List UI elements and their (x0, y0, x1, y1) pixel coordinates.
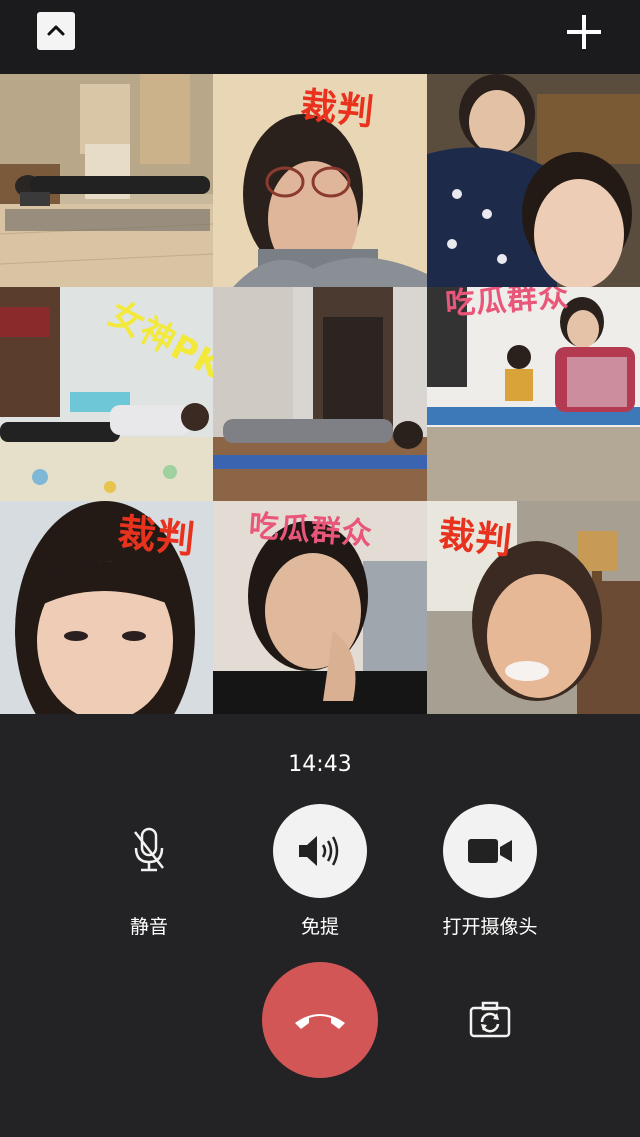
speaker-control[interactable]: 免提 (273, 804, 367, 939)
video-frame (0, 74, 213, 287)
mute-label: 静音 (129, 916, 168, 938)
hang-up-button[interactable] (262, 962, 378, 1078)
participant-video-5[interactable] (213, 287, 427, 501)
speaker-label: 免提 (300, 916, 339, 938)
camera-control[interactable]: 打开摄像头 (420, 804, 560, 939)
call-timer: 14:43 (288, 752, 352, 777)
participant-video-2[interactable]: 裁判 (213, 74, 427, 287)
participant-tag: 裁判 (115, 510, 198, 562)
participant-video-7[interactable]: 裁判 (0, 501, 213, 714)
top-bar (0, 0, 640, 74)
participant-video-1[interactable] (0, 74, 213, 287)
add-participant-button[interactable] (562, 10, 606, 54)
video-frame (213, 287, 427, 501)
participant-tag: 裁判 (298, 85, 377, 134)
camera-label: 打开摄像头 (442, 916, 538, 938)
microphone-off-icon (134, 827, 164, 872)
participant-video-8[interactable]: 吃瓜群众 (213, 501, 427, 714)
mute-button[interactable] (102, 804, 196, 898)
plus-icon (567, 15, 601, 49)
switch-camera-icon (469, 1001, 511, 1038)
participant-video-9[interactable]: 裁判 (427, 501, 640, 714)
switch-camera-button[interactable] (468, 1000, 512, 1040)
mute-control[interactable]: 静音 (102, 804, 196, 939)
participant-video-4[interactable]: 女神PK (0, 287, 213, 501)
speaker-button[interactable] (273, 804, 367, 898)
participant-video-3[interactable] (427, 74, 640, 287)
hang-up-icon (295, 1014, 345, 1029)
camera-button[interactable] (443, 804, 537, 898)
participant-video-6[interactable]: 吃瓜群众 (427, 287, 640, 501)
video-camera-icon (468, 839, 512, 863)
collapse-button[interactable] (37, 12, 75, 50)
participant-tag: 吃瓜群众 (247, 508, 374, 553)
chevron-up-icon (47, 25, 65, 36)
video-frame (427, 74, 640, 287)
speaker-icon (299, 836, 339, 866)
video-grid: 裁判 女神PK 吃瓜群众 裁判 吃瓜群众 裁判 (0, 74, 640, 714)
participant-tag: 裁判 (436, 514, 515, 563)
